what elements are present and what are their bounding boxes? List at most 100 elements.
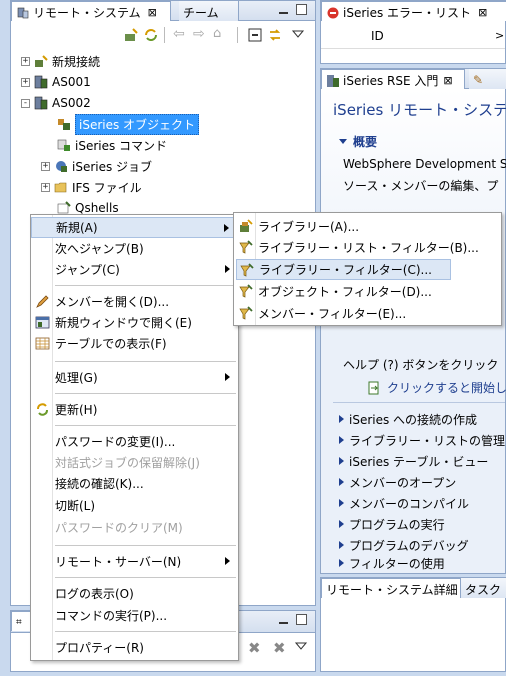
tree-item-iseries-objects[interactable]: iSeries オブジェクト — [57, 113, 200, 135]
menu-item-show-log[interactable]: ログの表示(O) — [31, 583, 238, 604]
tree-item-ifs-files[interactable]: + IFS ファイル — [41, 177, 142, 197]
context-menu: 新規(A) 次へジャンプ(B) ジャンプ(C) メンバーを開く(D)... 新規… — [30, 214, 239, 661]
submenu-arrow-icon — [224, 224, 229, 232]
tree-item-label: 新規接続 — [52, 54, 101, 69]
expand-toggle[interactable]: + — [41, 161, 50, 171]
column-overflow-icon[interactable]: > — [495, 29, 504, 42]
new-filter-icon — [239, 284, 253, 298]
menu-item-refresh[interactable]: 更新(H) — [31, 399, 238, 420]
collapse-all-icon[interactable] — [247, 27, 263, 43]
menu-item-label: プロパティー(R) — [55, 641, 144, 655]
bottom-right-view: リモート・システム詳細 タスク — [320, 577, 506, 672]
tab-remote-systems[interactable]: リモート・システム ⊠ — [11, 1, 171, 21]
menu-item-verify-connection[interactable]: 接続の確認(K)... — [31, 473, 238, 494]
click-to-start-link[interactable]: クリックすると開始し — [367, 379, 506, 396]
close-tab-icon[interactable]: ⊠ — [148, 6, 157, 19]
tree-item-new-connection[interactable]: + 新規接続 — [21, 51, 100, 71]
collapse-section-icon[interactable] — [339, 139, 347, 144]
menu-item-run-command[interactable]: コマンドの実行(P)... — [31, 605, 238, 626]
menu-item-label: パスワードの変更(I)... — [55, 435, 176, 449]
new-connection-icon[interactable] — [123, 27, 139, 43]
menu-item-label: 対話式ジョブの保留解除(J) — [55, 456, 200, 470]
menu-item-label: ログの表示(O) — [55, 587, 134, 601]
tree-item-as002[interactable]: - AS002 — [21, 93, 91, 113]
link-debug-program[interactable]: プログラムのデバッグ — [339, 535, 469, 555]
menu-separator — [55, 425, 236, 426]
forward-icon[interactable]: ⇨ — [193, 26, 205, 42]
menu-item-disconnect[interactable]: 切断(L) — [31, 495, 238, 516]
tab-team[interactable]: チーム — [179, 1, 239, 21]
menu-item-go-into[interactable]: 次へジャンプ(B) — [31, 238, 238, 259]
menu-item-properties[interactable]: プロパティー(R) — [31, 637, 238, 658]
maximize-button[interactable] — [296, 614, 307, 625]
menu-item-new[interactable]: 新規(A) — [31, 217, 238, 238]
link-label: iSeries への接続の作成 — [349, 412, 478, 427]
submenu-arrow-icon — [225, 557, 230, 565]
view-menu-icon[interactable] — [295, 641, 307, 651]
remove-all-icon[interactable]: ✖ — [273, 639, 286, 657]
link-label: ライブラリー・リストの管理 — [349, 433, 506, 448]
maximize-button[interactable] — [296, 4, 307, 15]
submenu-item-library-list-filter[interactable]: ライブラリー・リスト・フィルター(B)... — [234, 237, 501, 258]
refresh-icon[interactable] — [143, 27, 159, 43]
close-tab-icon[interactable]: ⊠ — [478, 6, 487, 19]
submenu-item-library-filter[interactable]: ライブラリー・フィルター(C)... — [236, 259, 451, 280]
submenu-item-member-filter[interactable]: メンバー・フィルター(E)... — [234, 303, 501, 324]
section-overview-header[interactable]: 概要 — [339, 133, 377, 150]
tab-error-list[interactable]: iSeries エラー・リスト ⊠ — [321, 1, 506, 21]
link-manage-library-list[interactable]: ライブラリー・リストの管理 — [339, 430, 505, 450]
link-run-program[interactable]: プログラムの実行 — [339, 514, 445, 534]
tab-tasks[interactable]: タスク — [461, 578, 506, 598]
expand-toggle[interactable]: + — [21, 56, 30, 66]
new-connection-icon — [35, 55, 48, 67]
view-menu-icon[interactable] — [292, 29, 304, 39]
link-table-view[interactable]: iSeries テーブル・ビュー — [339, 451, 488, 471]
expand-toggle[interactable]: + — [41, 182, 50, 192]
menu-item-process[interactable]: 処理(G) — [31, 367, 238, 388]
back-icon[interactable]: ⇦ — [173, 26, 185, 42]
menu-item-show-in-table[interactable]: テーブルでの表示(F) — [31, 333, 238, 354]
system-icon — [34, 96, 48, 110]
menu-item-open-new-window[interactable]: 新規ウィンドウで開く(E) — [31, 312, 238, 333]
tab-remote-system-details[interactable]: リモート・システム詳細 — [321, 578, 461, 598]
link-use-filters[interactable]: フィルターの使用 — [339, 556, 445, 570]
tab-editor[interactable]: ✎ — [469, 69, 506, 89]
menu-item-go-to[interactable]: ジャンプ(C) — [31, 259, 238, 280]
minimize-button[interactable] — [278, 614, 289, 625]
column-header-id[interactable]: ID — [371, 29, 384, 43]
jobs-icon — [56, 161, 67, 172]
menu-item-change-password[interactable]: パスワードの変更(I)... — [31, 431, 238, 452]
expand-link-icon — [339, 436, 344, 444]
refresh-icon — [37, 403, 48, 416]
submenu-item-library[interactable]: ライブラリー(A)... — [234, 216, 501, 237]
menu-item-open-member[interactable]: メンバーを開く(D)... — [31, 291, 238, 312]
link-compile-member[interactable]: メンバーのコンパイル — [339, 493, 469, 513]
menu-item-remote-servers[interactable]: リモート・サーバー(N) — [31, 551, 238, 572]
menu-item-label: リモート・サーバー(N) — [55, 555, 182, 569]
expand-toggle[interactable]: + — [21, 77, 30, 87]
collapse-toggle[interactable]: - — [21, 98, 30, 108]
menu-item-label: 新規ウィンドウで開く(E) — [55, 316, 192, 330]
tree-item-iseries-commands[interactable]: iSeries コマンド — [57, 135, 167, 155]
home-icon[interactable]: ⌂ — [213, 26, 221, 41]
minimize-button[interactable] — [278, 4, 289, 15]
tree-item-as001[interactable]: + AS001 — [21, 72, 91, 92]
tab-tasks-label: タスク — [465, 582, 502, 597]
link-create-connection[interactable]: iSeries への接続の作成 — [339, 409, 477, 429]
close-tab-icon[interactable]: ⊠ — [443, 74, 452, 87]
tree-item-label: AS001 — [52, 75, 91, 89]
pencil-icon: ✎ — [473, 73, 484, 87]
menu-separator — [55, 285, 236, 286]
links-divider — [333, 402, 505, 403]
link-open-member[interactable]: メンバーのオープン — [339, 472, 456, 492]
submenu-item-label: メンバー・フィルター(E)... — [258, 307, 407, 321]
remove-icon[interactable]: ✖ — [248, 639, 261, 657]
submenu-item-label: ライブラリー(A)... — [258, 220, 360, 234]
help-text: ヘルプ (?) ボタンをクリック — [343, 358, 499, 372]
tree-item-iseries-jobs[interactable]: + iSeries ジョブ — [41, 156, 152, 176]
link-with-editor-icon[interactable] — [267, 27, 283, 43]
submenu-item-label: オブジェクト・フィルター(D)... — [258, 285, 432, 299]
submenu-item-object-filter[interactable]: オブジェクト・フィルター(D)... — [234, 281, 501, 302]
menu-item-label: 更新(H) — [55, 403, 98, 417]
tab-rse-intro[interactable]: iSeries RSE 入門 ⊠ — [321, 69, 465, 89]
